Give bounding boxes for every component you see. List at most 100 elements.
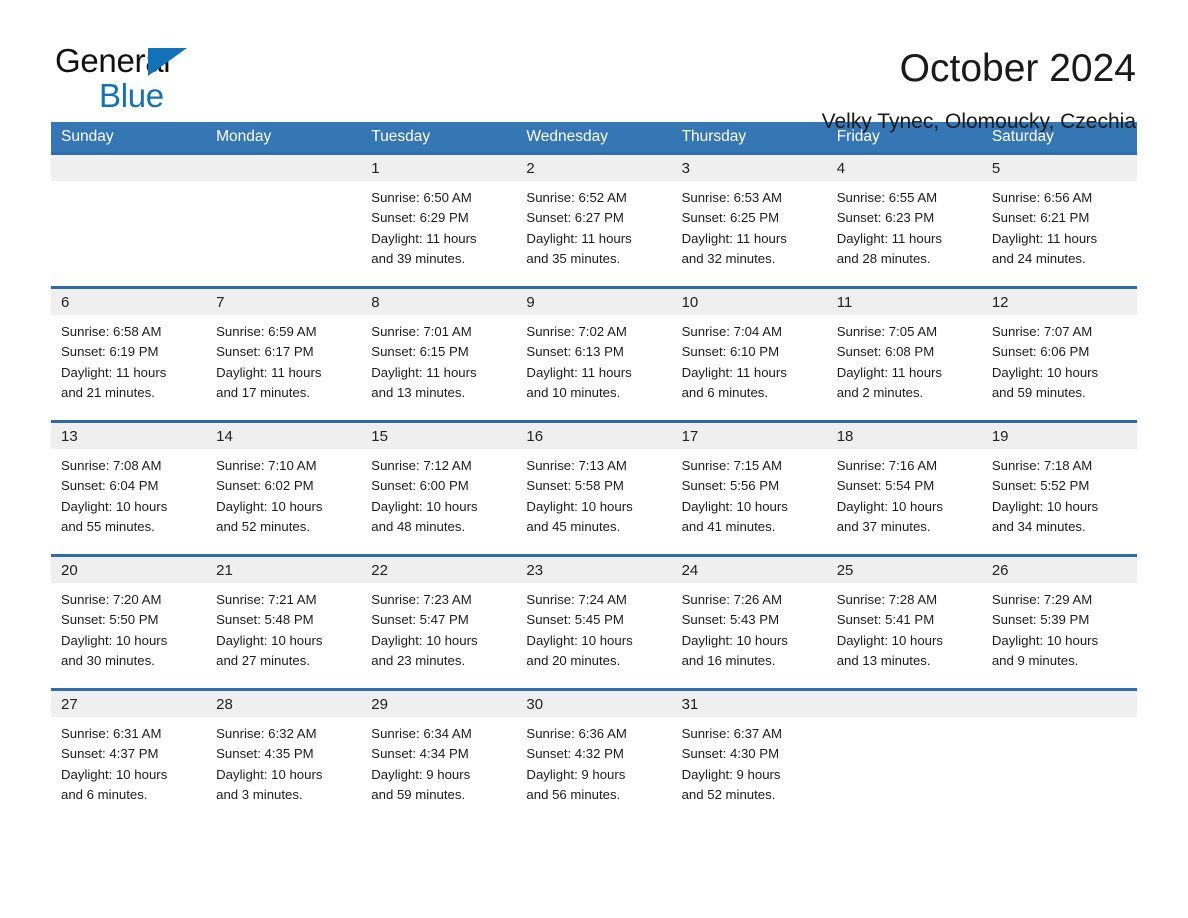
day-details xyxy=(206,181,361,188)
week-row: 27 Sunrise: 6:31 AM Sunset: 4:37 PM Dayli… xyxy=(51,688,1137,822)
day-details xyxy=(51,181,206,188)
day-details: Sunrise: 6:59 AM Sunset: 6:17 PM Dayligh… xyxy=(216,324,322,400)
day-number: 19 xyxy=(981,423,1137,449)
day-details: Sunrise: 7:07 AM Sunset: 6:06 PM Dayligh… xyxy=(991,324,1099,400)
weekday-header-wednesday: Wednesday xyxy=(526,128,608,145)
page-header: General Blue October 2024 Velky Tynec, O… xyxy=(0,0,1188,133)
day-details: Sunrise: 7:02 AM Sunset: 6:13 PM Dayligh… xyxy=(526,324,632,400)
weekday-header-row: Sunday Monday Tuesday Wednesday Thursday… xyxy=(51,122,1137,152)
day-number: 13 xyxy=(51,423,207,449)
day-cell[interactable]: 2 Sunrise: 6:52 AM Sunset: 6:27 PM Daylig… xyxy=(516,155,672,286)
day-cell[interactable]: 9 Sunrise: 7:02 AM Sunset: 6:13 PM Daylig… xyxy=(516,289,672,420)
day-details: Sunrise: 6:56 AM Sunset: 6:21 PM Dayligh… xyxy=(991,190,1098,266)
day-cell[interactable]: 4 Sunrise: 6:55 AM Sunset: 6:23 PM Daylig… xyxy=(826,155,982,286)
day-number xyxy=(206,155,362,181)
day-number: 14 xyxy=(206,423,362,449)
day-number: 2 xyxy=(516,155,672,181)
day-number: 28 xyxy=(206,691,362,717)
day-cell[interactable] xyxy=(981,691,1137,822)
day-cell[interactable]: 7 Sunrise: 6:59 AM Sunset: 6:17 PM Daylig… xyxy=(206,289,362,420)
day-number: 23 xyxy=(516,557,672,583)
day-number: 21 xyxy=(206,557,362,583)
day-details: Sunrise: 6:58 AM Sunset: 6:19 PM Dayligh… xyxy=(61,324,167,400)
brand-triangle-icon xyxy=(148,48,187,76)
day-cell[interactable]: 15 Sunrise: 7:12 AM Sunset: 6:00 PM Dayli… xyxy=(361,423,517,554)
day-cell[interactable]: 6 Sunrise: 6:58 AM Sunset: 6:19 PM Daylig… xyxy=(51,289,207,420)
day-details: Sunrise: 6:52 AM Sunset: 6:27 PM Dayligh… xyxy=(526,190,632,266)
day-details: Sunrise: 7:24 AM Sunset: 5:45 PM Dayligh… xyxy=(526,592,633,668)
day-number: 7 xyxy=(206,289,362,315)
week-row: 6 Sunrise: 6:58 AM Sunset: 6:19 PM Daylig… xyxy=(51,286,1137,420)
day-details: Sunrise: 6:55 AM Sunset: 6:23 PM Dayligh… xyxy=(836,190,943,266)
day-number xyxy=(51,155,207,181)
page-title: October 2024 xyxy=(899,47,1136,90)
day-details: Sunrise: 7:10 AM Sunset: 6:02 PM Dayligh… xyxy=(216,458,323,534)
day-cell[interactable]: 23 Sunrise: 7:24 AM Sunset: 5:45 PM Dayli… xyxy=(516,557,672,688)
day-details: Sunrise: 6:50 AM Sunset: 6:29 PM Dayligh… xyxy=(371,190,477,266)
week-row: 20 Sunrise: 7:20 AM Sunset: 5:50 PM Dayli… xyxy=(51,554,1137,688)
day-number: 24 xyxy=(671,557,827,583)
day-cell[interactable] xyxy=(826,691,982,822)
day-details: Sunrise: 7:26 AM Sunset: 5:43 PM Dayligh… xyxy=(681,592,788,668)
day-cell[interactable]: 20 Sunrise: 7:20 AM Sunset: 5:50 PM Dayli… xyxy=(51,557,207,688)
day-number: 6 xyxy=(51,289,207,315)
day-number: 8 xyxy=(361,289,517,315)
day-cell[interactable]: 30 Sunrise: 6:36 AM Sunset: 4:32 PM Dayli… xyxy=(516,691,672,822)
day-details: Sunrise: 7:18 AM Sunset: 5:52 PM Dayligh… xyxy=(991,458,1099,534)
day-details: Sunrise: 7:05 AM Sunset: 6:08 PM Dayligh… xyxy=(836,324,943,400)
day-number: 25 xyxy=(826,557,982,583)
day-number: 20 xyxy=(51,557,207,583)
day-cell[interactable]: 13 Sunrise: 7:08 AM Sunset: 6:04 PM Dayli… xyxy=(51,423,207,554)
title-block: October 2024 Velky Tynec, Olomoucky, Cze… xyxy=(822,44,1136,134)
day-cell[interactable]: 25 Sunrise: 7:28 AM Sunset: 5:41 PM Dayli… xyxy=(826,557,982,688)
weekday-header-thursday: Thursday xyxy=(681,128,747,145)
day-cell[interactable]: 1 Sunrise: 6:50 AM Sunset: 6:29 PM Daylig… xyxy=(361,155,517,286)
day-number: 22 xyxy=(361,557,517,583)
day-cell[interactable]: 17 Sunrise: 7:15 AM Sunset: 5:56 PM Dayli… xyxy=(671,423,827,554)
day-details xyxy=(982,717,1137,724)
day-cell[interactable]: 16 Sunrise: 7:13 AM Sunset: 5:58 PM Dayli… xyxy=(516,423,672,554)
day-cell[interactable]: 22 Sunrise: 7:23 AM Sunset: 5:47 PM Dayli… xyxy=(361,557,517,688)
day-cell[interactable]: 12 Sunrise: 7:07 AM Sunset: 6:06 PM Dayli… xyxy=(981,289,1137,420)
day-details: Sunrise: 7:08 AM Sunset: 6:04 PM Dayligh… xyxy=(61,458,168,534)
day-details: Sunrise: 6:53 AM Sunset: 6:25 PM Dayligh… xyxy=(681,190,787,266)
day-number: 17 xyxy=(671,423,827,449)
day-cell[interactable]: 14 Sunrise: 7:10 AM Sunset: 6:02 PM Dayli… xyxy=(206,423,362,554)
day-number: 12 xyxy=(981,289,1137,315)
day-cell[interactable]: 11 Sunrise: 7:05 AM Sunset: 6:08 PM Dayli… xyxy=(826,289,982,420)
day-cell[interactable]: 8 Sunrise: 7:01 AM Sunset: 6:15 PM Daylig… xyxy=(361,289,517,420)
day-details: Sunrise: 7:16 AM Sunset: 5:54 PM Dayligh… xyxy=(836,458,943,534)
day-details: Sunrise: 7:15 AM Sunset: 5:56 PM Dayligh… xyxy=(681,458,788,534)
day-cell[interactable]: 28 Sunrise: 6:32 AM Sunset: 4:35 PM Dayli… xyxy=(206,691,362,822)
day-details: Sunrise: 7:01 AM Sunset: 6:15 PM Dayligh… xyxy=(371,324,477,400)
day-cell[interactable]: 18 Sunrise: 7:16 AM Sunset: 5:54 PM Dayli… xyxy=(826,423,982,554)
weekday-header-tuesday: Tuesday xyxy=(371,128,431,145)
day-details: Sunrise: 7:29 AM Sunset: 5:39 PM Dayligh… xyxy=(991,592,1099,668)
day-details: Sunrise: 7:12 AM Sunset: 6:00 PM Dayligh… xyxy=(371,458,478,534)
day-details: Sunrise: 7:20 AM Sunset: 5:50 PM Dayligh… xyxy=(61,592,168,668)
day-details: Sunrise: 7:13 AM Sunset: 5:58 PM Dayligh… xyxy=(526,458,633,534)
day-cell[interactable]: 24 Sunrise: 7:26 AM Sunset: 5:43 PM Dayli… xyxy=(671,557,827,688)
generalblue-logo[interactable]: General Blue xyxy=(55,44,205,114)
day-cell[interactable]: 21 Sunrise: 7:21 AM Sunset: 5:48 PM Dayli… xyxy=(206,557,362,688)
day-cell[interactable]: 31 Sunrise: 6:37 AM Sunset: 4:30 PM Dayli… xyxy=(671,691,827,822)
day-cell[interactable]: 10 Sunrise: 7:04 AM Sunset: 6:10 PM Dayli… xyxy=(671,289,827,420)
week-row: 13 Sunrise: 7:08 AM Sunset: 6:04 PM Dayli… xyxy=(51,420,1137,554)
day-cell[interactable]: 29 Sunrise: 6:34 AM Sunset: 4:34 PM Dayli… xyxy=(361,691,517,822)
day-number: 11 xyxy=(826,289,982,315)
day-cell[interactable]: 5 Sunrise: 6:56 AM Sunset: 6:21 PM Daylig… xyxy=(981,155,1137,286)
day-details: Sunrise: 6:34 AM Sunset: 4:34 PM Dayligh… xyxy=(371,726,472,802)
day-number: 3 xyxy=(671,155,827,181)
day-details: Sunrise: 7:04 AM Sunset: 6:10 PM Dayligh… xyxy=(681,324,787,400)
day-number: 18 xyxy=(826,423,982,449)
day-cell[interactable]: 26 Sunrise: 7:29 AM Sunset: 5:39 PM Dayli… xyxy=(981,557,1137,688)
day-cell[interactable]: 27 Sunrise: 6:31 AM Sunset: 4:37 PM Dayli… xyxy=(51,691,207,822)
day-cell[interactable] xyxy=(206,155,362,286)
day-number: 15 xyxy=(361,423,517,449)
weekday-header-sunday: Sunday xyxy=(61,128,114,145)
weekday-header-friday: Friday xyxy=(836,128,880,145)
day-cell[interactable]: 3 Sunrise: 6:53 AM Sunset: 6:25 PM Daylig… xyxy=(671,155,827,286)
day-cell[interactable]: 19 Sunrise: 7:18 AM Sunset: 5:52 PM Dayli… xyxy=(981,423,1137,554)
day-number: 31 xyxy=(671,691,827,717)
day-cell[interactable] xyxy=(51,155,207,286)
